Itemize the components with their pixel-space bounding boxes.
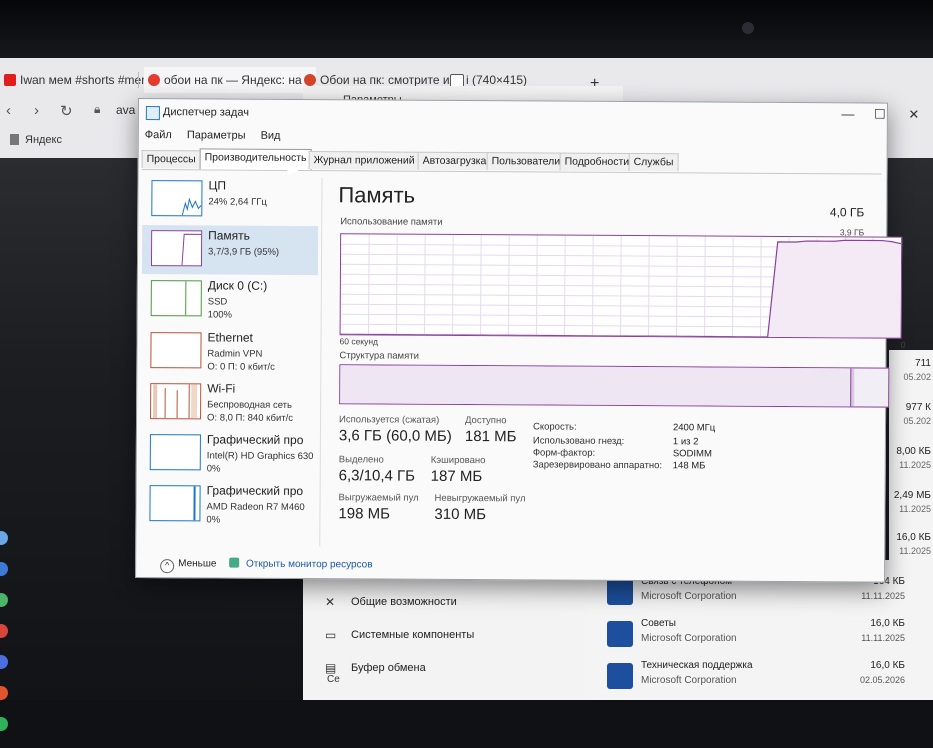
ethernet-thumbnail xyxy=(150,332,201,368)
tab-app-history[interactable]: Журнал приложений xyxy=(309,151,420,170)
detail-slots-value: 1 из 2 xyxy=(673,436,699,447)
stat-nonpaged-pool: Невыгружаемый пул 310 МБ xyxy=(434,493,525,524)
wifi-thumbnail xyxy=(150,383,201,419)
browser-tab-1[interactable]: Iwan мем #shorts #meme xyxy=(0,67,153,93)
structure-modified xyxy=(850,368,854,406)
lock-icon: 🔒︎ xyxy=(94,102,100,117)
tab-separator xyxy=(138,72,139,88)
sidebar-item-memory[interactable]: Память 3,7/3,9 ГБ (95%) xyxy=(142,225,318,275)
minimize-button[interactable]: — xyxy=(833,106,863,121)
stat-in-use: Используется (сжатая) 3,6 ГБ (60,0 МБ) xyxy=(339,414,452,445)
tab-startup[interactable]: Автозагрузка xyxy=(418,152,492,170)
address-bar[interactable]: ava xyxy=(116,103,135,117)
close-button[interactable]: ✕ xyxy=(899,107,929,123)
task-manager-icon xyxy=(146,106,160,120)
maximize-button[interactable]: ☐ xyxy=(865,106,895,122)
tab-processes[interactable]: Процессы xyxy=(142,150,201,168)
sidebar-item-ethernet[interactable]: Ethernet Radmin VPN О: 0 П: 0 кбит/с xyxy=(141,327,317,377)
dock-app-icon[interactable] xyxy=(0,624,8,638)
menu-view[interactable]: Вид xyxy=(261,130,281,142)
dock-app-icon[interactable] xyxy=(0,593,8,607)
gpu-intel-thumbnail xyxy=(150,434,201,470)
disk-thumbnail xyxy=(151,280,202,316)
footer: ^Меньше Открыть монитор ресурсов xyxy=(160,557,373,574)
yandex-icon xyxy=(148,74,160,86)
stat-paged-pool: Выгружаемый пул 198 МБ xyxy=(338,492,418,522)
memory-structure-bar xyxy=(339,364,889,407)
usage-label: Использование памяти xyxy=(340,216,442,228)
youtube-icon xyxy=(4,74,16,86)
detail-formfactor-key: Форм-фактор: xyxy=(533,447,595,458)
memory-total: 4,0 ГБ xyxy=(830,205,864,219)
left-dock xyxy=(0,531,10,748)
forward-icon[interactable]: › xyxy=(34,102,39,119)
reload-icon[interactable]: ↻ xyxy=(60,102,73,120)
bookmark-yandex[interactable]: Яндекс xyxy=(10,134,62,146)
tips-icon xyxy=(607,621,633,647)
sidebar-item-gpu-intel[interactable]: Графический про Intel(R) HD Graphics 630… xyxy=(141,429,317,479)
tab-users[interactable]: Пользователи xyxy=(487,152,566,170)
menu-file[interactable]: Файл xyxy=(145,129,172,141)
fewer-details-button[interactable]: ^Меньше xyxy=(160,558,216,569)
settings-item-components[interactable]: ▭ Системные компоненты xyxy=(351,629,474,641)
stat-available: Доступно 181 МБ xyxy=(465,415,517,445)
stat-cached: Кэшировано 187 МБ xyxy=(431,455,486,485)
chevron-up-icon: ^ xyxy=(160,559,174,573)
phone-link-icon xyxy=(607,579,633,605)
sidebar-item-cpu[interactable]: ЦП 24% 2,64 ГГц xyxy=(142,175,318,225)
detail-reserved-key: Зарезервировано аппаратно: xyxy=(533,459,662,471)
sidebar-item-gpu-amd[interactable]: Графический про AMD Radeon R7 M460 0% xyxy=(140,480,316,530)
resource-monitor-icon xyxy=(229,558,239,568)
detail-reserved-value: 148 МБ xyxy=(673,460,706,471)
menu-options[interactable]: Параметры xyxy=(187,129,246,141)
tab-services[interactable]: Службы xyxy=(629,153,679,171)
memory-panel: Память 4,0 ГБ Использование памяти 3,9 Г… xyxy=(332,182,882,555)
share-icon: ✕ xyxy=(325,595,339,609)
settings-item-general[interactable]: ✕ Общие возможности xyxy=(351,596,457,608)
back-icon[interactable]: ‹ xyxy=(6,102,11,119)
screen-bezel xyxy=(0,0,933,58)
menu-bar: Файл Параметры Вид xyxy=(145,129,293,142)
detail-speed-value: 2400 МГц xyxy=(673,422,715,433)
settings-nav-label[interactable]: Се xyxy=(327,674,340,685)
list-item[interactable]: Техническая поддержка Microsoft Corporat… xyxy=(585,658,933,702)
task-manager-window: Диспетчер задач — ☐ ✕ Файл Параметры Вид… xyxy=(135,98,888,583)
time-label: 60 секунд xyxy=(339,336,378,346)
list-item[interactable]: Советы Microsoft Corporation 16,0 КБ 11.… xyxy=(585,616,933,660)
page-title: Память xyxy=(338,182,415,208)
detail-slots-key: Использовано гнезд: xyxy=(533,435,624,447)
dock-app-icon[interactable] xyxy=(0,655,8,669)
dock-app-icon[interactable] xyxy=(0,562,8,576)
cpu-thumbnail xyxy=(151,180,202,216)
detail-formfactor-value: SODIMM xyxy=(673,448,712,459)
resource-monitor-link[interactable]: Открыть монитор ресурсов xyxy=(246,559,373,571)
settings-item-clipboard[interactable]: ▤ Буфер обмена xyxy=(351,662,426,674)
spotify-icon[interactable] xyxy=(0,717,8,731)
camera xyxy=(742,22,754,34)
structure-in-use xyxy=(340,365,850,406)
sidebar-item-wifi[interactable]: Wi-Fi Беспроводная сеть О: 8,0 П: 840 кб… xyxy=(141,378,317,428)
structure-label: Структура памяти xyxy=(339,350,419,361)
page-icon xyxy=(10,134,19,145)
tab-details[interactable]: Подробности xyxy=(560,153,635,171)
memory-thumbnail xyxy=(151,230,202,266)
right-list-column: 711 05.202 977 К 05.202 8,00 КБ 11.2025 … xyxy=(889,350,933,560)
detail-speed-key: Скорость: xyxy=(533,421,577,432)
performance-sidebar: ЦП 24% 2,64 ГГц Память 3,7/3,9 ГБ (95%) … xyxy=(140,175,320,550)
components-icon: ▭ xyxy=(325,628,339,642)
window-title: Диспетчер задач xyxy=(163,106,249,119)
memory-usage-graph xyxy=(340,233,903,338)
dock-app-icon[interactable] xyxy=(0,686,8,700)
dock-app-icon[interactable] xyxy=(0,531,8,545)
clipboard-icon: ▤ xyxy=(325,661,339,675)
stat-committed: Выделено 6,3/10,4 ГБ xyxy=(339,454,416,484)
support-icon xyxy=(607,663,633,689)
sidebar-item-disk[interactable]: Диск 0 (C:) SSD 100% xyxy=(142,275,318,325)
zero-label: 0 xyxy=(901,340,906,350)
browser-tab-2[interactable]: обои на пк — Яндекс: на xyxy=(144,67,316,93)
site-favicon-icon xyxy=(304,74,316,86)
gpu-amd-thumbnail xyxy=(149,485,200,521)
tab-bar: Процессы Производительность Журнал прило… xyxy=(142,149,882,175)
